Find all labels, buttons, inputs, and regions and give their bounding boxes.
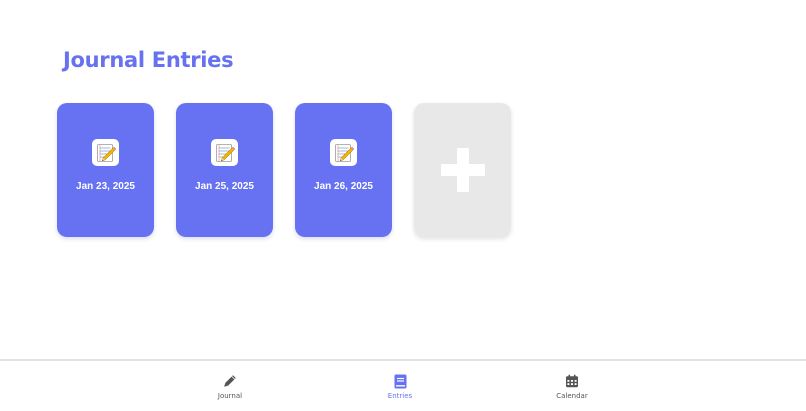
- journal-app: Journal Entries Jan 23, 2025 Jan 25, 202…: [0, 0, 806, 411]
- entries-list: Jan 23, 2025 Jan 25, 2025 Jan 26, 2025: [57, 103, 511, 237]
- pencil-icon: [222, 373, 238, 389]
- entry-card[interactable]: Jan 26, 2025: [295, 103, 392, 237]
- entry-date: Jan 25, 2025: [195, 181, 254, 192]
- book-icon: [392, 373, 408, 389]
- add-entry-button[interactable]: [414, 103, 511, 237]
- nav-item-calendar[interactable]: Calendar: [532, 373, 612, 400]
- bottom-nav: Journal Entries Calendar: [0, 359, 806, 411]
- plus-icon: [440, 148, 485, 192]
- nav-label-journal: Journal: [217, 392, 243, 400]
- calendar-icon: [564, 373, 580, 389]
- page-title: Journal Entries: [63, 48, 234, 72]
- entry-date: Jan 26, 2025: [314, 181, 373, 192]
- notepad-pencil-icon: [211, 139, 238, 166]
- entry-date: Jan 23, 2025: [76, 181, 135, 192]
- entry-card[interactable]: Jan 25, 2025: [176, 103, 273, 237]
- nav-label-calendar: Calendar: [556, 392, 588, 400]
- notepad-pencil-icon: [330, 139, 357, 166]
- nav-item-journal[interactable]: Journal: [190, 373, 270, 400]
- nav-item-entries[interactable]: Entries: [360, 373, 440, 400]
- nav-label-entries: Entries: [387, 392, 413, 400]
- entry-card[interactable]: Jan 23, 2025: [57, 103, 154, 237]
- notepad-pencil-icon: [92, 139, 119, 166]
